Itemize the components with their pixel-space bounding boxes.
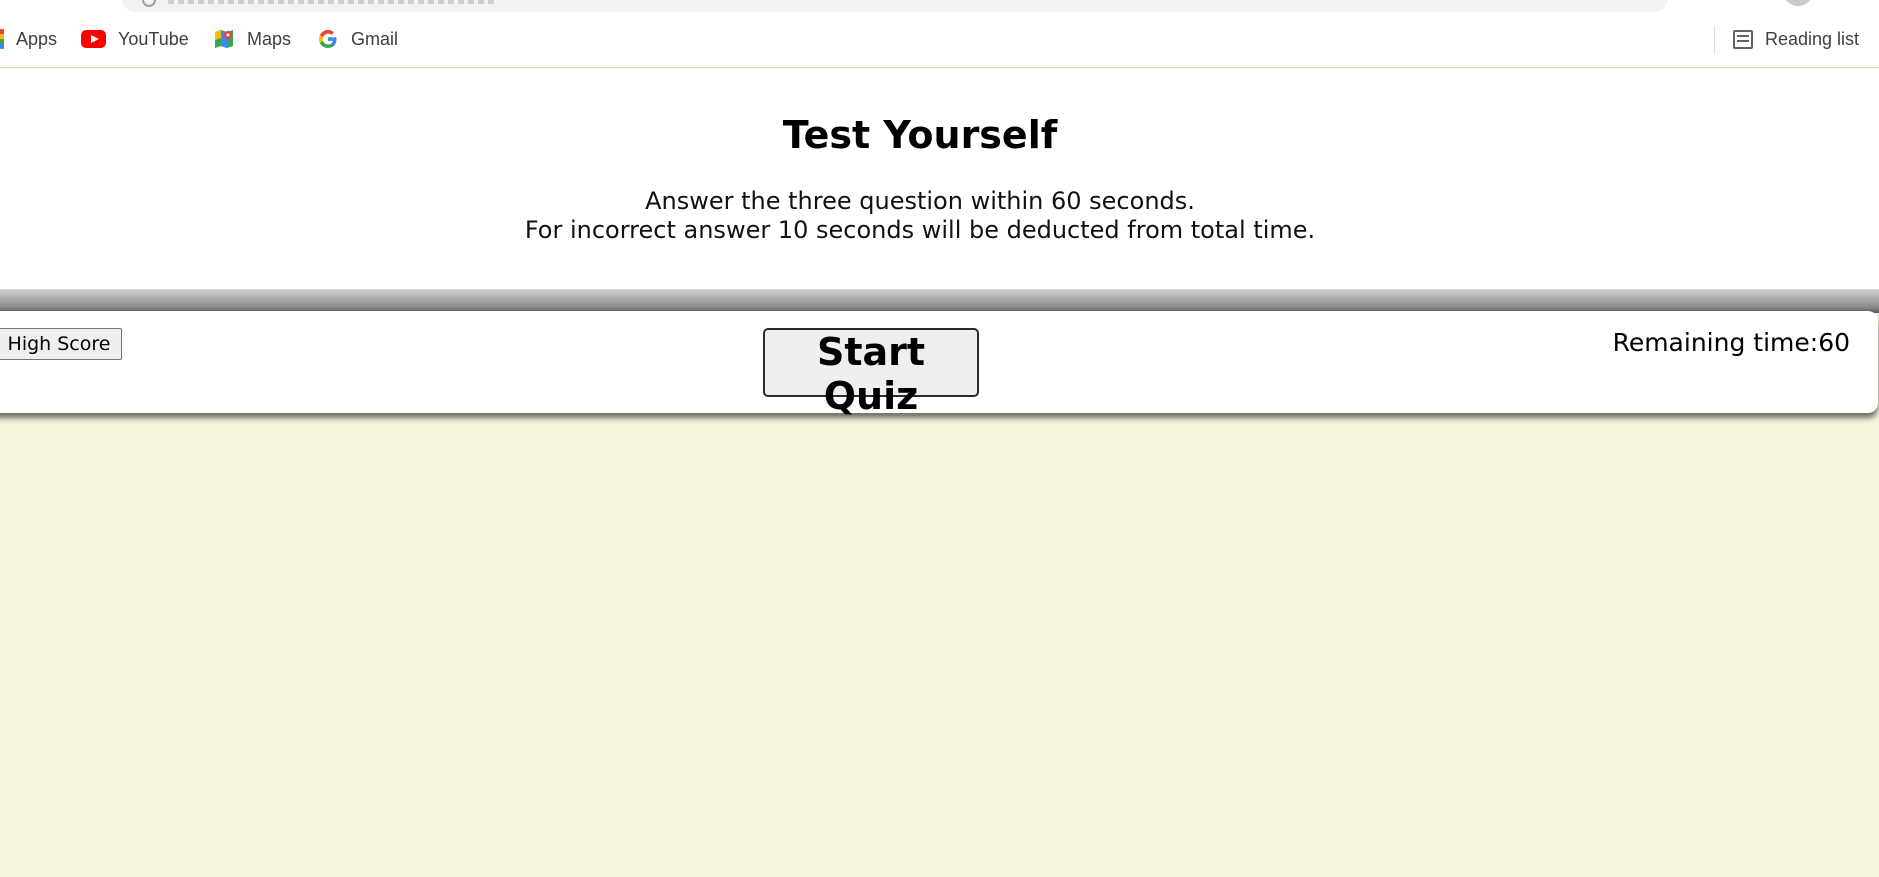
instructions: Answer the three question within 60 seco… [0,187,1840,245]
bookmark-label: YouTube [118,28,189,49]
divider [1714,26,1715,54]
bookmarks-bar: Apps YouTube Maps Gmail Reading list [0,14,1879,68]
maps-icon [213,28,235,50]
bookmark-maps[interactable]: Maps [213,27,291,51]
bookmark-label: Maps [247,28,292,49]
reading-list-label: Reading list [1765,28,1860,49]
bookmark-label: Gmail [351,28,399,49]
bookmark-gmail[interactable]: Gmail [317,27,398,51]
reading-list-button[interactable]: Reading list [1733,27,1859,51]
instructions-line-1: Answer the three question within 60 seco… [645,187,1195,215]
start-quiz-button[interactable]: Start Quiz [763,328,979,418]
bookmark-youtube[interactable]: YouTube [81,27,189,51]
page-header: Test Yourself Answer the three question … [0,69,1879,289]
header-shadow [0,289,1879,313]
url-text [168,0,498,4]
high-score-button[interactable]: High Score [0,328,122,360]
youtube-icon [81,30,106,48]
remaining-time: Remaining time:60 [1570,328,1850,357]
timer-value: 60 [1818,328,1850,357]
instructions-line-2: For incorrect answer 10 seconds will be … [524,216,1316,244]
bookmark-apps[interactable]: Apps [0,27,57,51]
address-bar-area [0,0,1879,14]
bookmark-label: Apps [16,28,58,49]
timer-label: Remaining time: [1612,328,1819,357]
profile-avatar[interactable] [1783,0,1813,6]
apps-icon [0,29,4,49]
reading-list-icon [1733,29,1753,49]
page-title: Test Yourself [782,113,1058,157]
google-icon [317,28,339,50]
